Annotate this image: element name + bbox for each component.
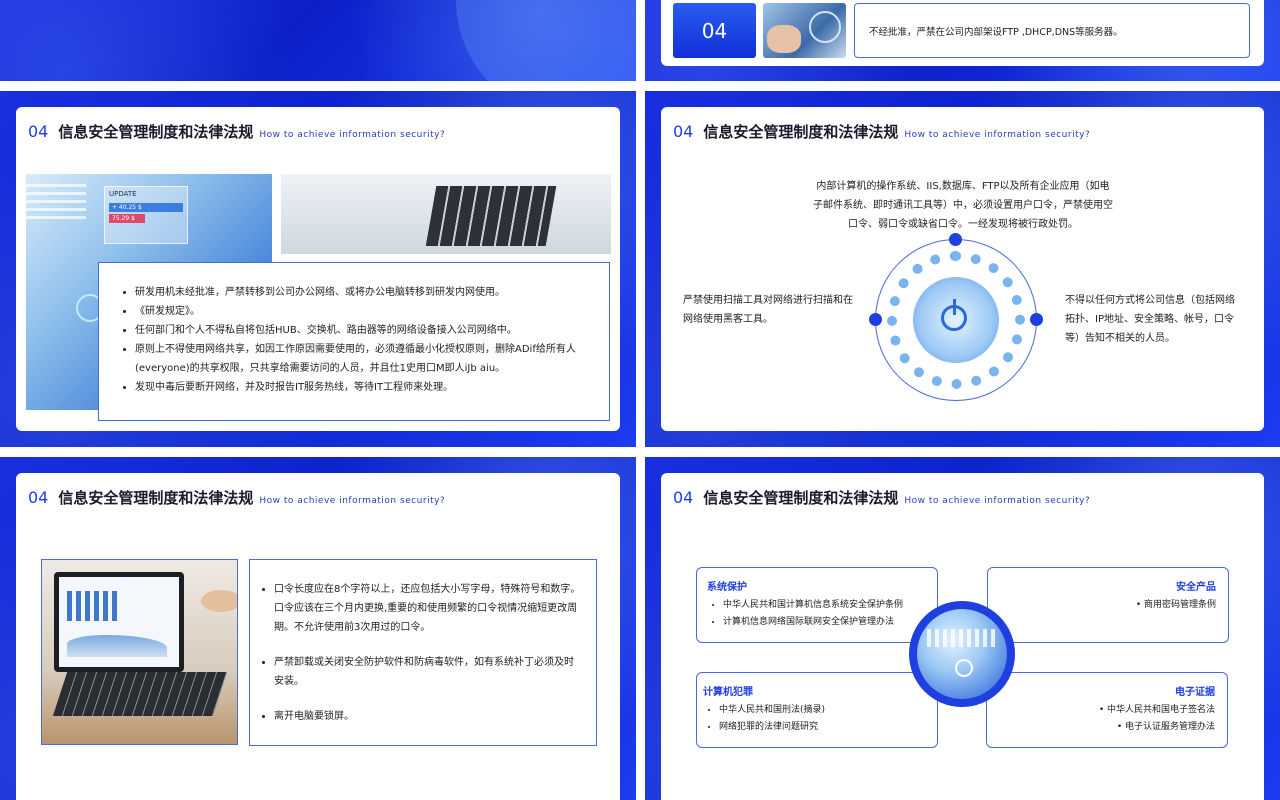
law-box-computer-crime: 计算机犯罪 中华人民共和国刑法(摘录) 网络犯罪的法律问题研究 — [696, 672, 938, 748]
slide-content-card: 04 信息安全管理制度和法律法规 How to achieve informat… — [661, 107, 1264, 431]
list-item: 原则上不得使用网络共享，如因工作原因需要使用的，必须遵循最小化授权原则，删除AD… — [135, 340, 595, 378]
list-item: 离开电脑要锁屏。 — [274, 707, 582, 726]
slide-thumbnail-6[interactable]: 04 信息安全管理制度和法律法规 How to achieve informat… — [645, 457, 1280, 800]
law-box-system-protection: 系统保护 中华人民共和国计算机信息系统安全保护条例 计算机信息网络国际联网安全保… — [696, 567, 938, 643]
slide-title: 信息安全管理制度和法律法规 — [703, 489, 899, 507]
list-item: 任何部门和个人不得私自将包括HUB、交换机、路由器等的网络设备接入公司网络中。 — [135, 321, 595, 340]
chart-bars-graphic — [26, 184, 86, 224]
note-box: 不经批准，严禁在公司内部架设FTP ,DHCP,DNS等服务器。 — [854, 3, 1250, 58]
bar-chart-graphic — [67, 591, 117, 621]
slide-header: 04 信息安全管理制度和法律法规 How to achieve informat… — [28, 487, 445, 508]
law-box-security-products: 安全产品 • 商用密码管理条例 — [987, 567, 1229, 643]
right-rule-text: 不得以任何方式将公司信息（包括网络拓扑、IP地址、安全策略、帐号，口令等）告知不… — [1065, 295, 1235, 344]
tech-photo — [917, 609, 1007, 699]
update-label: UPDATE — [109, 190, 137, 198]
section-number: 04 — [28, 122, 49, 141]
node-dot-left — [869, 313, 882, 326]
list-item: 严禁卸载或关闭安全防护软件和防病毒软件，如有系统补丁必须及时安装。 — [274, 653, 582, 691]
top-rule-text: 内部计算机的操作系统、IIS,数据库、FTP以及所有企业应用（如电子邮件系统、即… — [813, 181, 1113, 230]
slide-subtitle: How to achieve information security? — [259, 496, 446, 506]
list-item: 计算机信息网络国际联网安全保护管理办法 — [723, 614, 929, 631]
node-dot-right — [1030, 313, 1043, 326]
note-text: 不经批准，严禁在公司内部架设FTP ,DHCP,DNS等服务器。 — [869, 26, 1123, 38]
update-panel: UPDATE + 40.25 $ 75.29 $ — [104, 186, 188, 244]
tech-photo — [763, 3, 846, 58]
list-item-text: 电子认证服务管理办法 — [1124, 722, 1215, 732]
slide-thumbnail-4[interactable]: 04 信息安全管理制度和法律法规 How to achieve informat… — [645, 91, 1280, 447]
list-item: 《研发规定》。 — [135, 302, 595, 321]
hand-shape — [767, 25, 801, 53]
area-chart-graphic — [67, 635, 167, 657]
slide-thumbnail-1[interactable] — [0, 0, 636, 81]
rules-list: 研发用机未经批准，严禁转移到公司办公网络、或将办公电脑转移到研发内网使用。 《研… — [119, 283, 595, 397]
slide-header: 04 信息安全管理制度和法律法规 How to achieve informat… — [28, 121, 445, 142]
laptop-analytics-photo — [41, 559, 238, 745]
slide-content-card: 04 不经批准，严禁在公司内部架设FTP ,DHCP,DNS等服务器。 — [661, 0, 1264, 66]
box-list: 中华人民共和国计算机信息系统安全保护条例 计算机信息网络国际联网安全保护管理办法 — [707, 597, 929, 631]
password-rules-list: 口令长度应在8个字符以上，还应包括大小写字母，特殊符号和数字。口令应该在三个月内… — [258, 580, 582, 726]
slide-thumbnail-5[interactable]: 04 信息安全管理制度和法律法规 How to achieve informat… — [0, 457, 636, 800]
law-box-electronic-evidence: 电子证据 • 中华人民共和国电子签名法 • 电子认证服务管理办法 — [986, 672, 1228, 748]
box-title: 电子证据 — [1175, 687, 1215, 698]
slide-content-card: 04 信息安全管理制度和法律法规 How to achieve informat… — [16, 473, 620, 800]
badge-number: 04 — [701, 18, 728, 43]
list-item: 中华人民共和国刑法(摘录) — [719, 702, 929, 719]
box-title: 计算机犯罪 — [703, 687, 753, 698]
list-item-text: 中华人民共和国电子签名法 — [1106, 705, 1215, 715]
hud-dot-icon — [955, 659, 973, 677]
hud-ring — [809, 11, 841, 43]
list-item: 研发用机未经批准，严禁转移到公司办公网络、或将办公电脑转移到研发内网使用。 — [135, 283, 595, 302]
hand-shape — [201, 590, 237, 612]
node-dot-top — [949, 233, 962, 246]
rules-box: 研发用机未经批准，严禁转移到公司办公网络、或将办公电脑转移到研发内网使用。 《研… — [98, 262, 610, 421]
list-item: • 商用密码管理条例 — [1135, 600, 1216, 610]
power-icon-bar — [953, 299, 956, 315]
slide-header: 04 信息安全管理制度和法律法规 How to achieve informat… — [673, 487, 1090, 508]
slide-title: 信息安全管理制度和法律法规 — [703, 123, 899, 141]
section-number: 04 — [673, 488, 694, 507]
slide-title: 信息安全管理制度和法律法规 — [58, 489, 254, 507]
list-item: 网络犯罪的法律问题研究 — [719, 719, 929, 736]
security-circle-graphic — [869, 233, 1043, 401]
hud-line — [927, 629, 997, 647]
keyboard-graphic — [425, 186, 557, 246]
slide-title: 信息安全管理制度和法律法规 — [58, 123, 254, 141]
decorative-circle — [456, 0, 636, 81]
slide-header: 04 信息安全管理制度和法律法规 How to achieve informat… — [673, 121, 1090, 142]
price-tag-1: + 40.25 $ — [109, 203, 183, 212]
laptop-keyboard-photo — [281, 174, 611, 254]
dashboard-screen — [59, 577, 179, 667]
list-item: • 电子认证服务管理办法 — [1116, 722, 1215, 732]
list-item: • 中华人民共和国电子签名法 — [1098, 705, 1215, 715]
slide-subtitle: How to achieve information security? — [259, 130, 446, 140]
list-item-text: 商用密码管理条例 — [1143, 600, 1216, 610]
password-rules-box: 口令长度应在8个字符以上，还应包括大小写字母，特殊符号和数字。口令应该在三个月内… — [249, 559, 597, 746]
slide-subtitle: How to achieve information security? — [904, 496, 1091, 506]
slide-content-card: 04 信息安全管理制度和法律法规 How to achieve informat… — [661, 473, 1264, 800]
slide-thumbnail-3[interactable]: 04 信息安全管理制度和法律法规 How to achieve informat… — [0, 91, 636, 447]
box-title: 系统保护 — [707, 582, 747, 593]
slide-content-card: 04 信息安全管理制度和法律法规 How to achieve informat… — [16, 107, 620, 431]
price-tag-2: 75.29 $ — [109, 214, 145, 223]
list-item: 发现中毒后要断开网络，并及时报告IT服务热线，等待IT工程师来处理。 — [135, 378, 595, 397]
section-number: 04 — [673, 122, 694, 141]
laptop-keyboard — [52, 672, 228, 716]
list-item: 口令长度应在8个字符以上，还应包括大小写字母，特殊符号和数字。口令应该在三个月内… — [274, 580, 582, 637]
section-number: 04 — [28, 488, 49, 507]
box-list: 中华人民共和国刑法(摘录) 网络犯罪的法律问题研究 — [703, 702, 929, 736]
slide-thumbnail-2[interactable]: 04 不经批准，严禁在公司内部架设FTP ,DHCP,DNS等服务器。 — [645, 0, 1280, 81]
slide-subtitle: How to achieve information security? — [904, 130, 1091, 140]
left-rule-text: 严禁使用扫描工具对网络进行扫描和在网络使用黑客工具。 — [683, 295, 853, 325]
number-badge: 04 — [673, 3, 756, 58]
laptop-screen — [54, 572, 184, 672]
center-tech-circle — [909, 601, 1015, 707]
list-item: 中华人民共和国计算机信息系统安全保护条例 — [723, 597, 929, 614]
box-title: 安全产品 — [1176, 582, 1216, 593]
